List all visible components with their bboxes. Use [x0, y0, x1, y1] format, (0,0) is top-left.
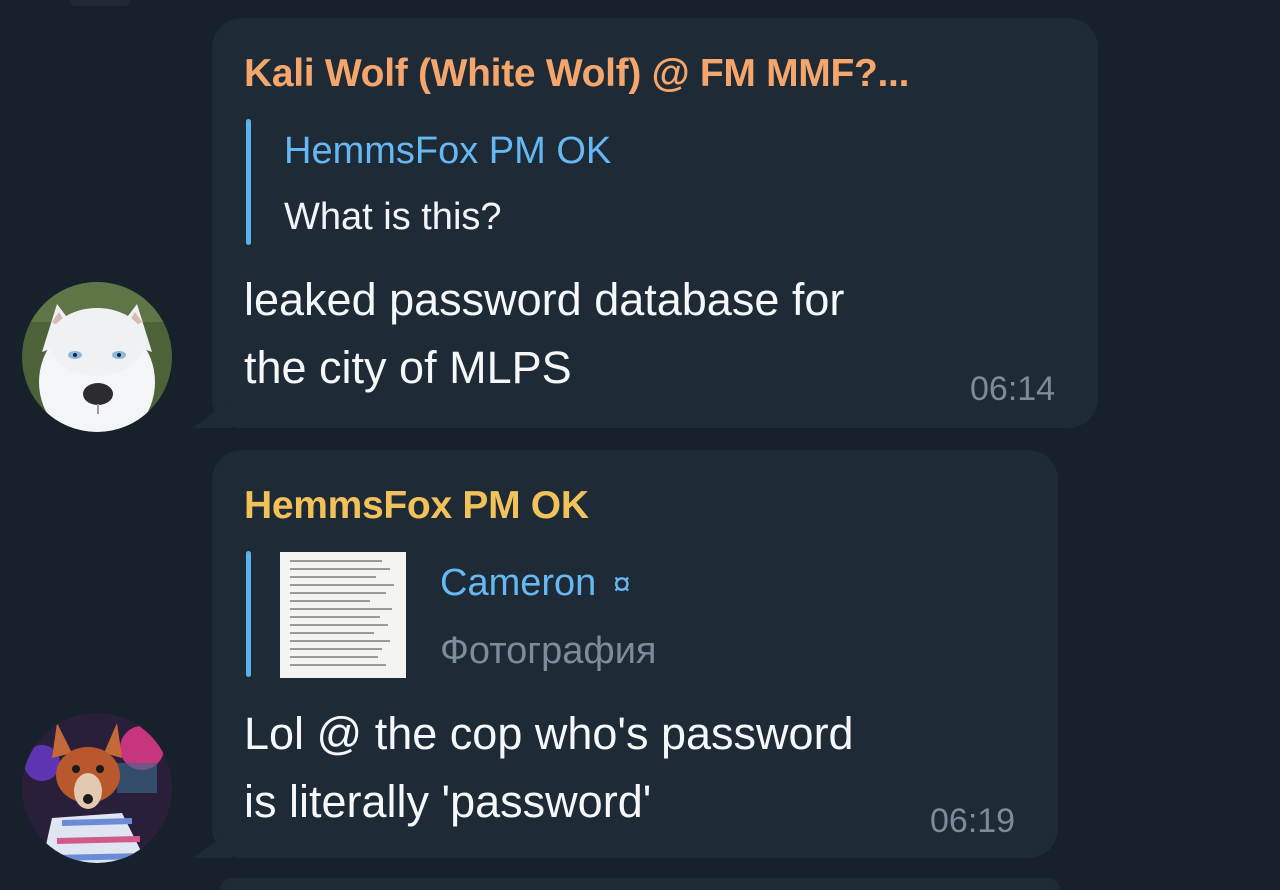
avatar-kali-wolf[interactable] — [22, 282, 172, 432]
reply-accent-bar — [246, 119, 251, 245]
sender-name[interactable]: HemmsFox PM OK — [244, 484, 589, 528]
reply-author[interactable]: Cameron ¤ — [440, 562, 631, 605]
message-time: 06:19 — [930, 802, 1016, 840]
previous-message-edge — [70, 0, 130, 6]
message-time: 06:14 — [970, 370, 1056, 408]
verified-badge-icon: ¤ — [612, 566, 631, 602]
reply-author[interactable]: HemmsFox PM OK — [284, 130, 611, 173]
reply-accent-bar — [246, 551, 251, 677]
message-text: Lol @ the cop who's password is literall… — [244, 708, 854, 827]
next-message-edge — [220, 878, 1060, 890]
reply-text[interactable]: Фотография — [440, 630, 657, 673]
bubble-tail — [192, 830, 232, 858]
photo-thumbnail[interactable] — [280, 552, 406, 678]
message-bubble[interactable]: Kali Wolf (White Wolf) @ FM MMF?... Hemm… — [212, 18, 1098, 428]
message-text: leaked password database for the city of… — [244, 274, 845, 393]
reply-text[interactable]: What is this? — [284, 196, 502, 239]
reply-author-name: Cameron — [440, 562, 597, 604]
bubble-tail — [192, 400, 232, 428]
fox-fursuit-avatar-icon — [22, 713, 172, 863]
message-bubble[interactable]: HemmsFox PM OK Cameron ¤ Фотография Lol … — [212, 450, 1058, 858]
sender-name[interactable]: Kali Wolf (White Wolf) @ FM MMF?... — [244, 52, 909, 96]
avatar-hemmsfox[interactable] — [22, 713, 172, 863]
white-husky-avatar-icon — [22, 282, 172, 432]
